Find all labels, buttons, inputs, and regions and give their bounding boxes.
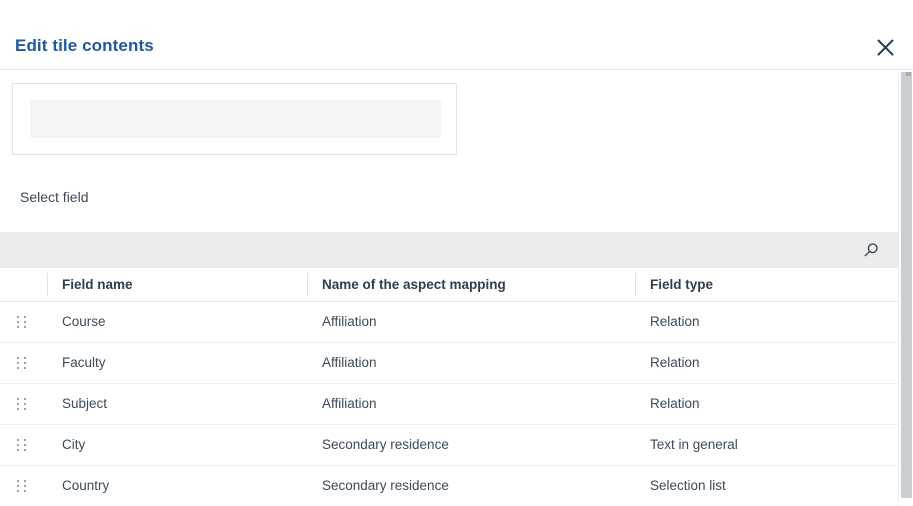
field-table: Field name Name of the aspect mapping Fi… (0, 268, 898, 506)
table-header-row: Field name Name of the aspect mapping Fi… (0, 268, 898, 302)
dialog-body: Select field Field name Name of the aspe… (0, 70, 913, 506)
table-row[interactable]: Faculty Affiliation Relation (0, 343, 898, 384)
drag-handle-icon[interactable] (17, 480, 28, 493)
cell-aspect-mapping: Affiliation (322, 314, 377, 329)
cell-field-name: Subject (62, 396, 108, 411)
search-icon (863, 242, 879, 258)
cell-field-type: Text in general (650, 437, 738, 452)
vertical-scrollbar[interactable] (898, 70, 913, 506)
scrollbar-thumb[interactable] (901, 72, 912, 498)
table-row[interactable]: Course Affiliation Relation (0, 302, 898, 343)
close-button[interactable] (872, 34, 898, 60)
drag-handle-icon[interactable] (17, 316, 28, 329)
page-title: Edit tile contents (15, 36, 154, 55)
close-icon (877, 39, 894, 56)
cell-aspect-mapping: Affiliation (322, 355, 377, 370)
table-row[interactable]: Country Secondary residence Selection li… (0, 466, 898, 506)
cell-aspect-mapping: Secondary residence (322, 478, 449, 493)
column-divider (307, 273, 308, 296)
tile-placeholder-block (30, 100, 441, 138)
cell-field-name: Country (62, 478, 110, 493)
drag-handle-icon[interactable] (17, 398, 28, 411)
cell-field-name: Course (62, 314, 106, 329)
tile-preview-card[interactable] (12, 83, 457, 155)
column-header-field-name[interactable]: Field name (62, 277, 133, 292)
column-divider (47, 273, 48, 296)
search-button[interactable] (861, 240, 881, 260)
cell-field-name: Faculty (62, 355, 106, 370)
cell-field-type: Relation (650, 314, 700, 329)
cell-aspect-mapping: Secondary residence (322, 437, 449, 452)
column-header-field-type[interactable]: Field type (650, 277, 713, 292)
cell-field-type: Relation (650, 355, 700, 370)
column-header-aspect-mapping[interactable]: Name of the aspect mapping (322, 277, 506, 292)
search-toolbar (0, 232, 898, 268)
cell-field-name: City (62, 437, 86, 452)
table-row[interactable]: Subject Affiliation Relation (0, 384, 898, 425)
edit-tile-contents-dialog: Edit tile contents Select field Field na… (0, 0, 913, 506)
table-row[interactable]: City Secondary residence Text in general (0, 425, 898, 466)
column-divider (635, 273, 636, 296)
drag-handle-icon[interactable] (17, 439, 28, 452)
cell-field-type: Selection list (650, 478, 726, 493)
scrollbar-thumb-cap (906, 72, 911, 76)
cell-field-type: Relation (650, 396, 700, 411)
dialog-header: Edit tile contents (0, 0, 913, 70)
cell-aspect-mapping: Affiliation (322, 396, 377, 411)
select-field-label: Select field (20, 189, 89, 205)
drag-handle-icon[interactable] (17, 357, 28, 370)
